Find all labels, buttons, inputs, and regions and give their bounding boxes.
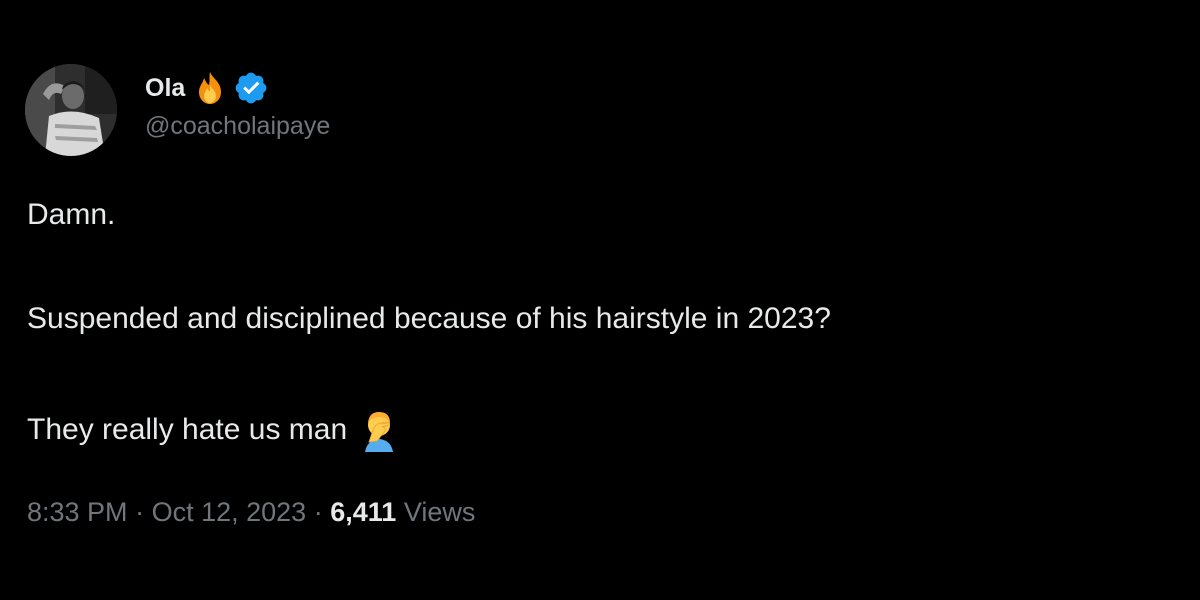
avatar-photo [25, 64, 117, 156]
tweet-time[interactable]: 8:33 PM [27, 497, 128, 527]
author-name-row[interactable]: Ola [145, 70, 269, 106]
avatar[interactable] [25, 64, 117, 156]
tweet-date[interactable]: Oct 12, 2023 [152, 497, 307, 527]
views-label: Views [403, 497, 476, 527]
views-count: 6,411 [330, 497, 397, 527]
fire-icon [191, 69, 229, 107]
display-name[interactable]: Ola [145, 74, 185, 103]
tweet-text-line: Suspended and disciplined because of his… [27, 302, 831, 335]
tweet-text-line: Damn. [27, 198, 116, 231]
tweet-meta: 8:33 PM · Oct 12, 2023 · 6,411 Views [27, 497, 475, 528]
facepalm-icon [359, 408, 399, 452]
tweet-text: They really hate us man [27, 413, 348, 446]
meta-separator: · [135, 497, 145, 527]
author-handle[interactable]: @coacholaipaye [145, 112, 330, 141]
meta-separator: · [313, 497, 323, 527]
tweet-text-line-with-emoji: They really hate us man [27, 408, 399, 452]
tweet-card: Ola @coacholaipaye Damn. Suspended and d… [0, 0, 1200, 600]
verified-icon[interactable] [233, 70, 269, 106]
